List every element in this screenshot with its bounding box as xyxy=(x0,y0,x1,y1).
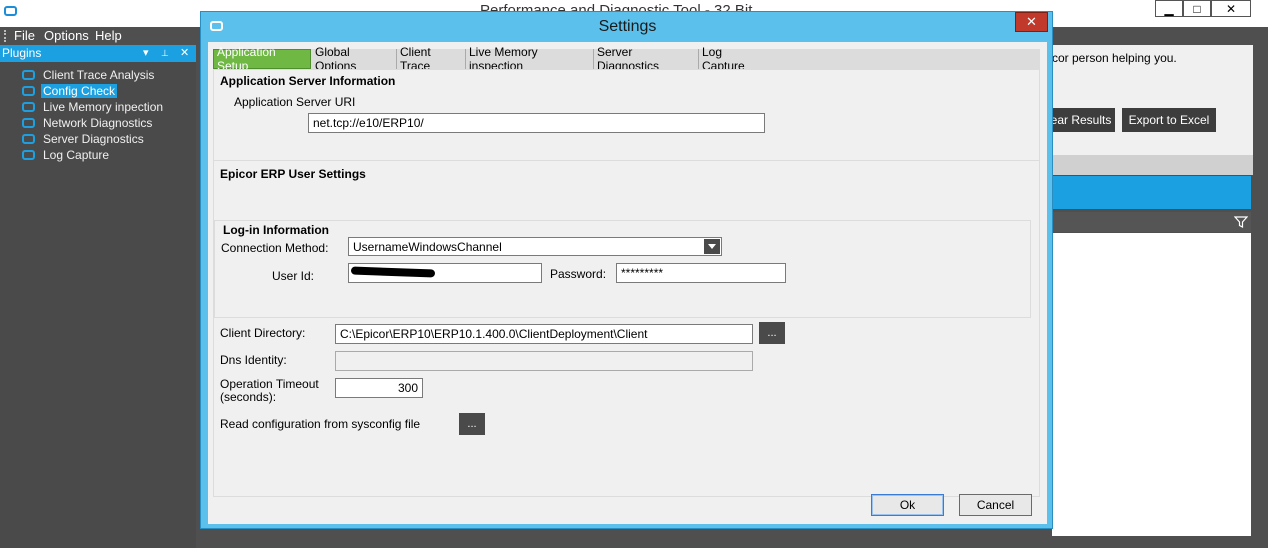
results-highlight-bar xyxy=(1052,176,1251,209)
cancel-button[interactable]: Cancel xyxy=(959,494,1032,516)
minimize-button[interactable]: ▁ xyxy=(1155,0,1183,17)
plugin-icon xyxy=(22,69,35,80)
dialog-close-button[interactable]: ✕ xyxy=(1015,12,1048,32)
operation-timeout-label: Operation Timeout (seconds): xyxy=(220,378,319,404)
ok-button[interactable]: Ok xyxy=(871,494,944,516)
plugins-panel-header: Plugins ▾ ⊥ ✕ xyxy=(0,45,196,62)
tab-global-options[interactable]: Global Options xyxy=(312,45,397,73)
tab-server-diagnostics[interactable]: Server Diagnostics xyxy=(594,45,699,73)
login-info-group: Log-in Information Connection Method: Us… xyxy=(214,220,1031,318)
tab-log-capture[interactable]: Log Capture xyxy=(699,45,771,73)
chevron-down-icon[interactable] xyxy=(704,239,720,254)
plugin-icon xyxy=(22,133,35,144)
tab-application-setup[interactable]: Application Setup xyxy=(213,45,311,73)
password-label: Password: xyxy=(550,267,607,281)
client-directory-browse-button[interactable]: ... xyxy=(759,322,785,344)
connection-method-select[interactable]: UsernameWindowsChannel xyxy=(348,237,722,256)
help-text: cor person helping you. xyxy=(1052,51,1177,65)
app-server-uri-label: Application Server URI xyxy=(234,95,356,109)
operation-timeout-label-line2: (seconds): xyxy=(220,390,277,404)
dialog-title: Settings xyxy=(598,18,657,35)
results-grid xyxy=(1052,233,1251,536)
settings-tabstrip: Application Setup Global Options Client … xyxy=(213,45,1040,73)
tab-live-memory-inspection[interactable]: Live Memory inspection xyxy=(466,45,594,73)
plugin-icon xyxy=(22,101,35,112)
menu-file[interactable]: File xyxy=(14,28,35,43)
app-server-group-title: Application Server Information xyxy=(220,74,396,88)
menu-help[interactable]: Help xyxy=(95,28,122,43)
plugin-icon xyxy=(22,117,35,128)
menu-options[interactable]: Options xyxy=(44,28,89,43)
clear-results-button[interactable]: ear Results xyxy=(1043,108,1115,132)
plugin-item-client-trace-analysis[interactable]: Client Trace Analysis xyxy=(22,67,156,82)
plugins-sidebar: Client Trace Analysis Config Check Live … xyxy=(0,62,196,548)
plugin-item-log-capture[interactable]: Log Capture xyxy=(22,147,111,162)
plugin-item-server-diagnostics[interactable]: Server Diagnostics xyxy=(22,131,146,146)
redaction-mark xyxy=(350,266,436,278)
sysconfig-browse-button[interactable]: ... xyxy=(459,413,485,435)
plugin-label: Config Check xyxy=(41,83,118,98)
pin-icon[interactable]: ⊥ xyxy=(161,48,169,59)
connection-method-value: UsernameWindowsChannel xyxy=(353,240,502,254)
plugin-label: Log Capture xyxy=(43,147,110,162)
main-close-button[interactable]: ✕ xyxy=(1211,0,1251,17)
filter-icon[interactable] xyxy=(1234,215,1248,229)
plugin-item-network-diagnostics[interactable]: Network Diagnostics xyxy=(22,115,154,130)
plugin-icon xyxy=(22,149,35,160)
dialog-body: Application Setup Global Options Client … xyxy=(208,42,1047,524)
results-grid-header xyxy=(1052,212,1251,232)
divider xyxy=(214,160,1039,161)
plugin-label: Network Diagnostics xyxy=(43,115,153,130)
results-header-strip xyxy=(1052,155,1253,175)
dns-identity-input[interactable] xyxy=(335,351,753,371)
client-directory-input[interactable]: C:\Epicor\ERP10\ERP10.1.400.0\ClientDepl… xyxy=(335,324,753,344)
panel-close-icon[interactable]: ✕ xyxy=(180,46,189,59)
operation-timeout-input[interactable]: 300 xyxy=(335,378,423,398)
plugin-label: Live Memory inpection xyxy=(43,99,164,114)
menubar-grip xyxy=(4,30,6,42)
login-info-title: Log-in Information xyxy=(223,223,329,237)
plugin-label: Server Diagnostics xyxy=(43,131,144,146)
operation-timeout-label-line1: Operation Timeout xyxy=(220,377,319,391)
plugin-item-config-check[interactable]: Config Check xyxy=(22,83,118,98)
plugin-label: Client Trace Analysis xyxy=(43,67,155,82)
settings-dialog: Settings ✕ Application Setup Global Opti… xyxy=(200,11,1053,529)
connection-method-label: Connection Method: xyxy=(221,241,329,255)
user-settings-group-title: Epicor ERP User Settings xyxy=(220,167,366,181)
app-server-uri-input[interactable]: net.tcp://e10/ERP10/ xyxy=(308,113,765,133)
plugins-panel-title: Plugins xyxy=(2,46,42,60)
client-directory-label: Client Directory: xyxy=(220,326,306,340)
sysconfig-label: Read configuration from sysconfig file xyxy=(220,417,421,431)
tab-client-trace[interactable]: Client Trace xyxy=(397,45,466,73)
application-setup-page: Application Server Information Applicati… xyxy=(213,69,1040,497)
plugin-item-live-memory[interactable]: Live Memory inpection xyxy=(22,99,165,114)
maximize-button[interactable]: □ xyxy=(1183,0,1211,17)
panel-dropdown-icon[interactable]: ▾ xyxy=(143,46,149,59)
export-to-excel-button[interactable]: Export to Excel xyxy=(1122,108,1216,132)
password-input[interactable]: ********* xyxy=(616,263,786,283)
user-id-label: User Id: xyxy=(272,269,315,283)
dns-identity-label: Dns Identity: xyxy=(220,353,287,367)
user-id-input[interactable] xyxy=(348,263,542,283)
app-icon xyxy=(4,6,17,16)
plugin-icon xyxy=(22,85,35,96)
